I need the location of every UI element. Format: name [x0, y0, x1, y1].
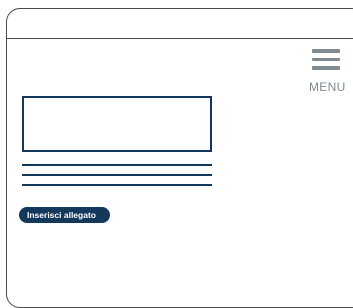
hamburger-menu-icon — [312, 48, 340, 72]
header-divider — [6, 38, 353, 39]
insert-attachment-button[interactable]: Inserisci allegato — [19, 207, 110, 223]
text-line-placeholder — [22, 164, 212, 166]
menu-label: MENU — [309, 80, 346, 94]
device-frame — [6, 8, 353, 308]
menu-button[interactable]: MENU — [307, 48, 351, 96]
text-input-box[interactable] — [22, 96, 212, 152]
text-line-placeholder — [22, 174, 212, 176]
text-line-placeholder — [22, 184, 212, 186]
